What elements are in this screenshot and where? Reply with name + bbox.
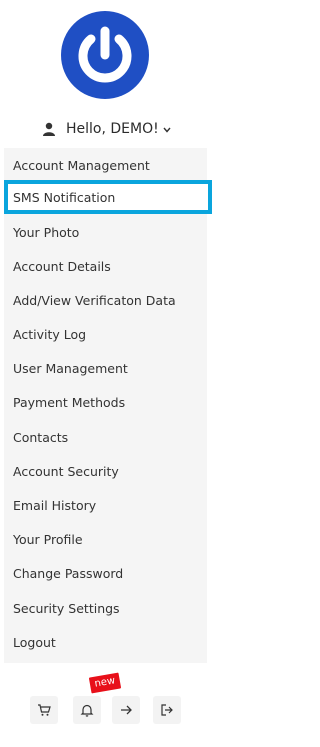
menu-item-security-settings[interactable]: Security Settings: [4, 591, 207, 625]
menu-item-contacts[interactable]: Contacts: [4, 420, 207, 454]
bell-icon: [80, 704, 94, 717]
menu-item-logout[interactable]: Logout: [4, 625, 207, 659]
menu-item-account-management[interactable]: Account Management: [4, 148, 207, 182]
menu-item-account-details[interactable]: Account Details: [4, 249, 207, 283]
notifications-button[interactable]: [73, 696, 101, 724]
menu-item-account-security[interactable]: Account Security: [4, 454, 207, 488]
bottom-action-bar: [0, 690, 215, 730]
menu-item-change-password[interactable]: Change Password: [4, 556, 207, 590]
menu-item-activity-log[interactable]: Activity Log: [4, 317, 207, 351]
menu-item-your-profile[interactable]: Your Profile: [4, 522, 207, 556]
brand-logo: [61, 11, 149, 99]
menu-item-your-photo[interactable]: Your Photo: [4, 215, 207, 249]
menu-item-sms-notification[interactable]: SMS Notification: [4, 180, 212, 214]
power-logo-icon: [61, 11, 149, 99]
logout-button[interactable]: [153, 696, 181, 724]
user-dropdown[interactable]: Hello, DEMO!: [42, 118, 171, 140]
chevron-down-icon: [163, 127, 171, 133]
forward-button[interactable]: [112, 696, 140, 724]
menu-item-payment-methods[interactable]: Payment Methods: [4, 385, 207, 419]
menu-item-user-management[interactable]: User Management: [4, 351, 207, 385]
cart-button[interactable]: [30, 696, 58, 724]
user-greeting: Hello, DEMO!: [66, 121, 159, 137]
logout-icon: [161, 704, 173, 716]
cart-icon: [38, 704, 51, 716]
menu-item-email-history[interactable]: Email History: [4, 488, 207, 522]
arrow-right-icon: [121, 705, 132, 715]
menu-item-verification-data[interactable]: Add/View Verificaton Data: [4, 283, 207, 317]
account-menu: Account Management SMS Notification Your…: [4, 148, 212, 663]
user-icon: [43, 122, 55, 136]
